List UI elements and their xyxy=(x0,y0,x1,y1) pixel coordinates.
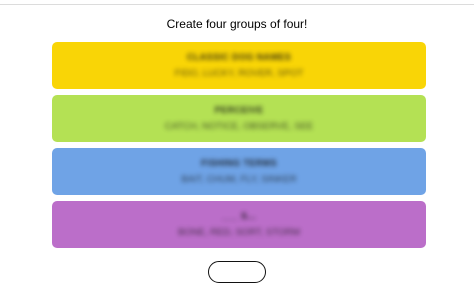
header-divider xyxy=(0,0,474,5)
group-members: CATCH, NOTICE, OBSERVE, SEE xyxy=(164,121,314,132)
group-category: ___ S... xyxy=(221,211,257,221)
group-members: BONE, RED, SORT, STORM xyxy=(177,227,301,238)
game-prompt: Create four groups of four! xyxy=(166,17,308,31)
group-category: FISHING TERMS xyxy=(201,158,277,168)
solved-groups: CLASSIC DOG NAMES FIDO, LUCKY, ROVER, SP… xyxy=(52,42,426,254)
group-card-blue: FISHING TERMS BAIT, CHUM, FLY, SINKER xyxy=(52,148,426,195)
group-members: FIDO, LUCKY, ROVER, SPOT xyxy=(174,68,304,79)
group-card-green: PERCEIVE CATCH, NOTICE, OBSERVE, SEE xyxy=(52,95,426,142)
group-card-yellow: CLASSIC DOG NAMES FIDO, LUCKY, ROVER, SP… xyxy=(52,42,426,89)
group-card-purple: ___ S... BONE, RED, SORT, STORM xyxy=(52,201,426,248)
group-category: CLASSIC DOG NAMES xyxy=(186,52,292,62)
group-category: PERCEIVE xyxy=(214,105,264,115)
group-members: BAIT, CHUM, FLY, SINKER xyxy=(181,174,297,185)
results-button[interactable] xyxy=(208,261,266,283)
